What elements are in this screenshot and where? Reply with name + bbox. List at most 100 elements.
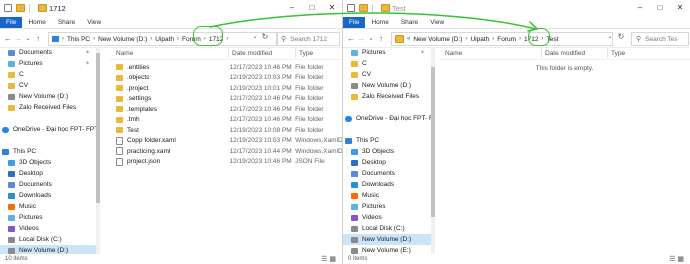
sidebar-item[interactable]: Zalo Received Files (0, 102, 96, 113)
table-row[interactable]: .tmh 12/17/2023 10:46 PM File folder (110, 115, 342, 126)
sidebar-item[interactable]: Music (0, 201, 96, 212)
sidebar-item[interactable]: New Volume (D:) (0, 91, 96, 102)
table-row[interactable]: .entities 12/17/2023 10:46 PM File folder (110, 62, 342, 73)
sidebar-item[interactable]: Pictures ✶ (0, 58, 96, 69)
sidebar-item[interactable]: Pictures ✶ (343, 47, 431, 58)
column-date-header[interactable]: Date modified (545, 50, 607, 57)
view-toggle-icon[interactable]: ☰ ▦ (669, 255, 684, 263)
sidebar-item[interactable]: C (0, 69, 96, 80)
column-divider[interactable] (228, 48, 229, 58)
column-type-header[interactable]: Type (299, 50, 339, 57)
sidebar-item[interactable]: Pictures (343, 201, 431, 212)
forward-icon[interactable]: → (13, 34, 23, 43)
column-date-header[interactable]: Date modified (232, 50, 295, 57)
sidebar-item[interactable]: Documents (343, 168, 431, 179)
address-dropdown-icon[interactable]: ⌄ (250, 33, 260, 40)
table-row[interactable]: .objects 12/19/2023 10:03 PM File folder (110, 73, 342, 84)
table-row[interactable]: practicing.xaml 12/17/2023 10:44 PM Window… (110, 146, 342, 157)
tab-home[interactable]: Home (22, 17, 51, 28)
sidebar-item[interactable]: OneDrive - Đại học FPT- FPT U (0, 124, 96, 135)
breadcrumb-uipath[interactable]: Uipath (155, 36, 174, 43)
back-icon[interactable]: ← (346, 34, 356, 43)
column-divider[interactable] (607, 48, 608, 58)
tab-file[interactable]: File (343, 17, 366, 28)
close-icon[interactable]: ✕ (670, 0, 690, 16)
recent-locations-icon[interactable]: ⌄ (23, 35, 33, 42)
search-input[interactable]: Search 1712 (290, 36, 327, 43)
tab-view[interactable]: View (424, 17, 450, 28)
tab-share[interactable]: Share (52, 17, 81, 28)
back-icon[interactable]: ← (3, 34, 13, 43)
sidebar-item[interactable]: 3D Objects (0, 157, 96, 168)
breadcrumb-new-volume[interactable]: New Volume (D:) (413, 36, 462, 43)
address-dropdown-icon[interactable]: ⌄ (605, 33, 615, 40)
maximize-icon[interactable]: □ (650, 0, 670, 16)
sidebar-item[interactable]: New Volume (D:) (0, 245, 96, 254)
breadcrumb-forum[interactable]: Forum (497, 36, 516, 43)
sidebar-item[interactable]: New Volume (E:) (343, 245, 431, 254)
sidebar-item[interactable]: Local Disk (C:) (343, 223, 431, 234)
up-icon[interactable]: ↑ (33, 34, 43, 43)
refresh-icon[interactable]: ↻ (616, 32, 626, 41)
sidebar-item[interactable]: Local Disk (C:) (0, 234, 96, 245)
search-input[interactable]: Search Tes (645, 36, 677, 43)
sidebar-item[interactable]: CV (343, 69, 431, 80)
navigation-scrollbar[interactable] (96, 47, 100, 254)
search-box[interactable]: ⚲ Search 1712 (276, 32, 340, 46)
sidebar-item[interactable]: CV (0, 80, 96, 91)
sidebar-item[interactable]: Videos (343, 212, 431, 223)
sidebar-item[interactable]: New Volume (D:) (343, 234, 431, 245)
sidebar-item[interactable]: This PC (343, 135, 431, 146)
up-icon[interactable]: ↑ (376, 34, 386, 43)
table-row[interactable]: .settings 12/17/2023 10:46 PM File folder (110, 94, 342, 105)
address-bar[interactable]: « New Volume (D:) › Uipath › Forum › 171… (391, 32, 613, 46)
scrollbar-thumb[interactable] (431, 67, 435, 217)
refresh-icon[interactable]: ↻ (260, 32, 270, 41)
table-row[interactable]: project.json 12/19/2023 10:46 PM JSON File (110, 157, 342, 168)
sidebar-item[interactable]: Downloads (343, 179, 431, 190)
navigation-scrollbar[interactable] (431, 47, 435, 254)
properties-icon[interactable] (347, 4, 355, 12)
sidebar-item[interactable]: OneDrive - Đại học FPT- FPT U (343, 113, 431, 124)
new-folder-icon[interactable] (16, 4, 25, 12)
column-type-header[interactable]: Type (611, 50, 651, 57)
sidebar-item[interactable]: Downloads (0, 190, 96, 201)
minimize-icon[interactable]: – (282, 0, 302, 16)
close-icon[interactable]: ✕ (322, 0, 342, 16)
breadcrumb-this-pc[interactable]: This PC (67, 36, 90, 43)
search-box[interactable]: ⚲ Search Tes (631, 32, 689, 46)
sidebar-item[interactable]: Desktop (343, 157, 431, 168)
sidebar-item[interactable]: Documents (0, 179, 96, 190)
tab-view[interactable]: View (81, 17, 107, 28)
sidebar-item[interactable]: Zalo Received Files (343, 91, 431, 102)
properties-icon[interactable] (4, 4, 12, 12)
recent-locations-icon[interactable]: ⌄ (366, 35, 376, 42)
tab-file[interactable]: File (0, 17, 23, 28)
minimize-icon[interactable]: – (630, 0, 650, 16)
table-row[interactable]: Copp folder.xaml 12/19/2023 10:03 PM Windo… (110, 136, 342, 147)
column-name-header[interactable]: Name (110, 50, 228, 57)
sidebar-item[interactable]: Desktop (0, 168, 96, 179)
view-toggle-icon[interactable]: ☰ ▦ (321, 255, 336, 263)
sidebar-item[interactable]: Music (343, 190, 431, 201)
column-divider[interactable] (295, 48, 296, 58)
sidebar-item[interactable]: Documents ✶ (0, 47, 96, 58)
sidebar-item[interactable]: This PC (0, 146, 96, 157)
sidebar-item[interactable]: New Volume (D:) (343, 80, 431, 91)
address-bar[interactable]: › This PC › New Volume (D:) › Uipath › F… (48, 32, 278, 46)
sidebar-item[interactable]: C (343, 58, 431, 69)
table-row[interactable]: .templates 12/17/2023 10:46 PM File folder (110, 104, 342, 115)
new-folder-icon[interactable] (359, 4, 368, 12)
forward-icon[interactable]: → (356, 34, 366, 43)
maximize-icon[interactable]: □ (302, 0, 322, 16)
breadcrumb-uipath[interactable]: Uipath (470, 36, 489, 43)
sidebar-item[interactable]: Videos (0, 223, 96, 234)
tab-home[interactable]: Home (365, 17, 394, 28)
column-divider[interactable] (541, 48, 542, 58)
column-name-header[interactable]: Name (439, 50, 541, 57)
sidebar-item[interactable]: Pictures (0, 212, 96, 223)
sidebar-item[interactable]: 3D Objects (343, 146, 431, 157)
table-row[interactable]: Test 12/19/2023 10:08 PM File folder (110, 125, 342, 136)
tab-share[interactable]: Share (395, 17, 424, 28)
scrollbar-thumb[interactable] (96, 53, 100, 203)
